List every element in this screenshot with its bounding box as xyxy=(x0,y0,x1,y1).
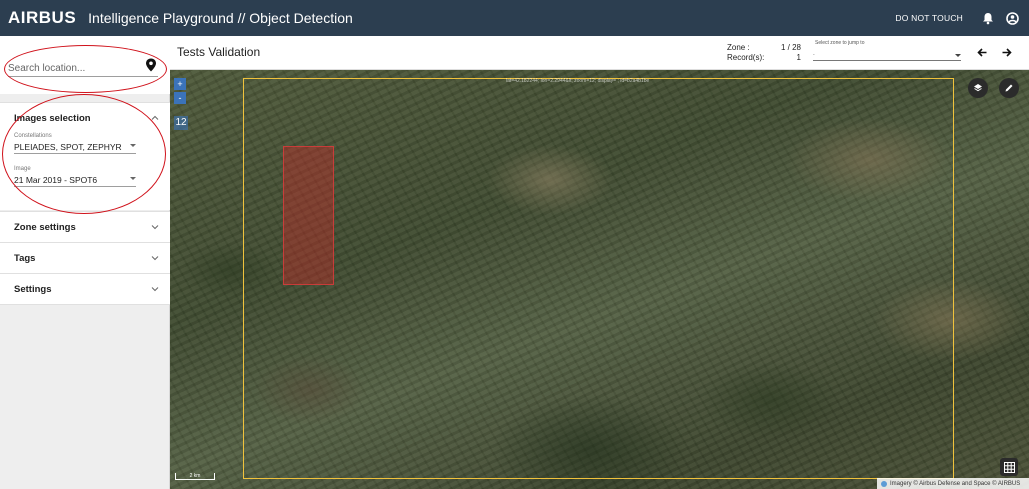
search-box xyxy=(0,36,170,94)
map-attribution: Imagery © Airbus Defense and Space © AIR… xyxy=(877,478,1029,489)
zone-settings-panel: Zone settings xyxy=(0,211,170,242)
dropdown-arrow-icon xyxy=(955,54,961,57)
settings-panel: Settings xyxy=(0,273,170,305)
zone-settings-title: Zone settings xyxy=(14,221,76,233)
jump-label: Select zone to jump to xyxy=(815,40,865,46)
arrow-right-icon[interactable] xyxy=(1001,47,1012,58)
pencil-icon xyxy=(1005,84,1013,92)
zoom-level: 12 xyxy=(174,116,188,130)
satellite-map[interactable]: lat=42.182244; lon=2.2944&lt; zoom=12; d… xyxy=(170,70,1029,489)
zone-settings-header[interactable]: Zone settings xyxy=(0,212,170,242)
records-value: 1 xyxy=(796,53,801,62)
chevron-up-icon[interactable] xyxy=(150,113,160,123)
chevron-down-icon[interactable] xyxy=(150,222,160,232)
grid-button[interactable] xyxy=(1000,458,1018,476)
zone-values: 1 / 28 1 xyxy=(761,43,801,63)
globe-icon xyxy=(881,480,887,487)
chevron-down-icon[interactable] xyxy=(150,253,160,263)
images-selection-header[interactable]: Images selection xyxy=(0,103,170,133)
page-title: Tests Validation xyxy=(177,45,261,59)
dropdown-arrow-icon xyxy=(130,177,136,180)
account-circle-icon[interactable] xyxy=(1005,11,1019,25)
jump-value: - xyxy=(813,52,815,58)
zone-label: Zone : xyxy=(727,43,750,52)
zoom-in-button[interactable]: + xyxy=(174,78,186,90)
settings-title: Settings xyxy=(14,283,52,295)
scale-bar: 2 km xyxy=(175,473,215,480)
records-label: Record(s): xyxy=(727,53,765,62)
zoom-out-button[interactable]: - xyxy=(174,92,186,104)
constellations-label: Constellations xyxy=(14,133,52,139)
app-title: Intelligence Playground // Object Detect… xyxy=(88,10,353,26)
settings-header[interactable]: Settings xyxy=(0,274,170,304)
layers-button[interactable] xyxy=(968,78,988,98)
layers-icon xyxy=(974,84,982,92)
image-value: 21 Mar 2019 - SPOT6 xyxy=(14,174,98,185)
sidebar: Images selection Constellations PLEIADES… xyxy=(0,36,170,489)
tags-panel: Tags xyxy=(0,242,170,273)
edit-button[interactable] xyxy=(999,78,1019,98)
app-bar: AIRBUS Intelligence Playground // Object… xyxy=(0,0,1029,36)
constellations-select[interactable]: PLEIADES, SPOT, ZEPHYR xyxy=(14,140,136,154)
image-label: Image xyxy=(14,166,31,172)
map-pin-icon[interactable] xyxy=(145,58,157,72)
dropdown-arrow-icon xyxy=(130,144,136,147)
tags-title: Tags xyxy=(14,252,36,264)
bell-icon[interactable] xyxy=(981,11,995,25)
tags-header[interactable]: Tags xyxy=(0,243,170,273)
detection-box[interactable] xyxy=(283,146,334,285)
zone-boundary xyxy=(243,78,954,479)
image-select[interactable]: 21 Mar 2019 - SPOT6 xyxy=(14,173,136,187)
zone-jump-select[interactable]: - xyxy=(813,52,961,61)
arrow-left-icon[interactable] xyxy=(977,47,988,58)
search-location-input[interactable] xyxy=(8,61,158,77)
grid-icon xyxy=(1003,461,1015,473)
constellations-value: PLEIADES, SPOT, ZEPHYR xyxy=(14,141,122,152)
images-selection-panel: Images selection Constellations PLEIADES… xyxy=(0,102,170,210)
map-url-overlay: lat=42.182244; lon=2.2944&lt; zoom=12; d… xyxy=(506,78,650,84)
zone-value: 1 / 28 xyxy=(780,43,801,52)
zone-labels: Zone : Record(s): xyxy=(727,43,764,63)
main-header: Tests Validation Zone : Record(s): 1 / 2… xyxy=(170,36,1029,70)
do-not-touch-button[interactable]: DO NOT TOUCH xyxy=(895,13,963,23)
chevron-down-icon[interactable] xyxy=(150,284,160,294)
images-selection-title: Images selection xyxy=(14,112,91,124)
attribution-text: Imagery © Airbus Defense and Space © AIR… xyxy=(890,480,1021,487)
airbus-logo: AIRBUS xyxy=(8,8,77,27)
